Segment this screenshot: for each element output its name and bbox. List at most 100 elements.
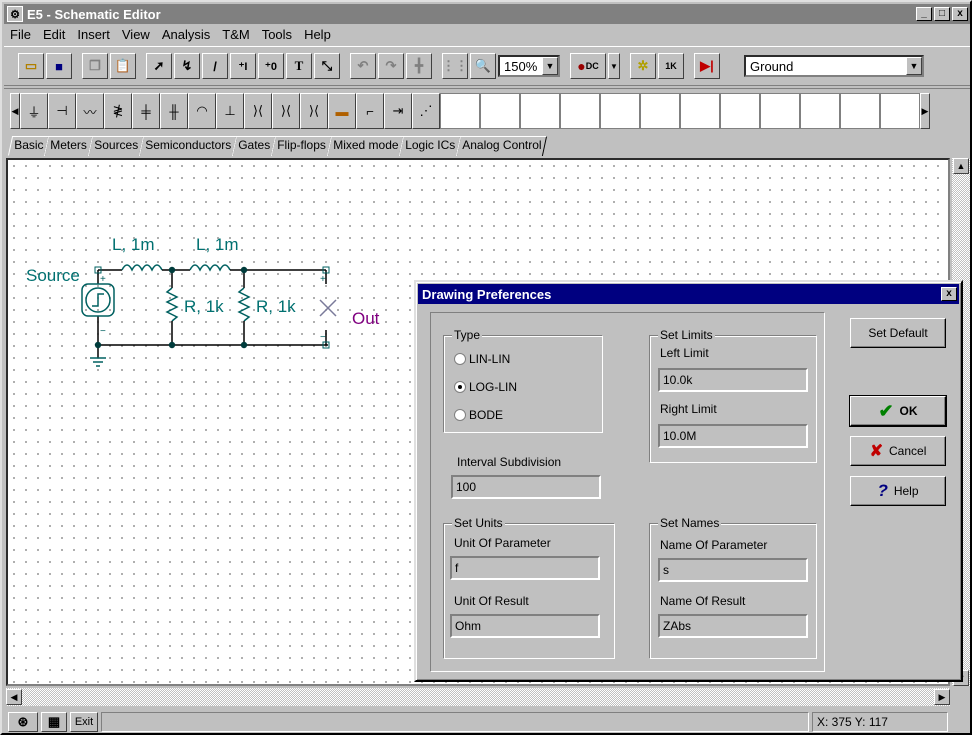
text-tool-1-icon[interactable]: ⁺I bbox=[230, 53, 256, 79]
chevron-down-icon[interactable]: ▼ bbox=[542, 57, 558, 75]
resistor-1-label[interactable]: R, 1k bbox=[184, 297, 224, 316]
empty-slot[interactable] bbox=[640, 93, 680, 129]
transformer-1-component-icon[interactable]: ⟩⟨ bbox=[244, 93, 272, 129]
right-limit-field[interactable]: 10.0M bbox=[658, 424, 808, 448]
relay-component-icon[interactable]: ⇥ bbox=[384, 93, 412, 129]
inductor-2-label[interactable]: L, 1m bbox=[196, 235, 239, 254]
tab-analog-control[interactable]: Analog Control bbox=[456, 136, 548, 156]
flip-icon[interactable]: ⤡ bbox=[314, 53, 340, 79]
menu-view[interactable]: View bbox=[116, 26, 156, 44]
probe-icon[interactable]: ✲ bbox=[630, 53, 656, 79]
battery-component-icon[interactable]: ⊣ bbox=[48, 93, 76, 129]
tab-flip-flops[interactable]: Flip-flops bbox=[270, 136, 332, 156]
name-result-field[interactable]: ZAbs bbox=[658, 614, 808, 638]
zoom-select[interactable]: 150% ▼ bbox=[498, 55, 560, 77]
horizontal-scrollbar[interactable]: ◀ ▶ bbox=[6, 688, 950, 706]
resistor-component-icon[interactable]: 〰 bbox=[76, 93, 104, 129]
fuse-component-icon[interactable]: ▬ bbox=[328, 93, 356, 129]
unit-result-field[interactable]: Ohm bbox=[450, 614, 600, 638]
tab-logic-ics[interactable]: Logic ICs bbox=[399, 136, 462, 156]
radio-log-lin[interactable]: LOG-LIN bbox=[454, 380, 517, 394]
potentiometer-component-icon[interactable]: ≹ bbox=[104, 93, 132, 129]
switch-component-icon[interactable]: ⌐ bbox=[356, 93, 384, 129]
tab-meters[interactable]: Meters bbox=[44, 136, 94, 156]
unit-parameter-field[interactable]: f bbox=[450, 556, 600, 580]
capacitor-component-icon[interactable]: ╪ bbox=[132, 93, 160, 129]
grid-icon[interactable]: ⋮⋮ bbox=[442, 53, 468, 79]
transformer-2-component-icon[interactable]: ⟩⟨ bbox=[272, 93, 300, 129]
ground-select[interactable]: Ground ▼ bbox=[744, 55, 924, 77]
double-switch-component-icon[interactable]: ⋰ bbox=[412, 93, 440, 129]
text-tool-2-icon[interactable]: ⁺0 bbox=[258, 53, 284, 79]
component-library-icon[interactable]: ⊛ bbox=[8, 711, 38, 732]
calculator-icon[interactable]: ▦ bbox=[41, 711, 67, 732]
variable-inductor-component-icon[interactable]: ⊥ bbox=[216, 93, 244, 129]
polar-capacitor-component-icon[interactable]: ╫ bbox=[160, 93, 188, 129]
ground-component-icon[interactable]: ⏚ bbox=[20, 93, 48, 129]
name-parameter-field[interactable]: s bbox=[658, 558, 808, 582]
empty-slot[interactable] bbox=[520, 93, 560, 129]
text-tool-icon[interactable]: T bbox=[286, 53, 312, 79]
scroll-left-icon[interactable]: ◀ bbox=[10, 93, 20, 129]
close-button[interactable]: x bbox=[952, 7, 968, 21]
select-arrow-icon[interactable]: ➚ bbox=[146, 53, 172, 79]
transformer-3-component-icon[interactable]: ⟩⟨ bbox=[300, 93, 328, 129]
app-icon[interactable]: ⚙ bbox=[7, 6, 23, 22]
chevron-down-icon[interactable]: ▼ bbox=[906, 57, 922, 75]
interval-subdivision-field[interactable]: 100 bbox=[451, 475, 601, 499]
menu-edit[interactable]: Edit bbox=[37, 26, 71, 44]
empty-slot[interactable] bbox=[600, 93, 640, 129]
radio-dot[interactable] bbox=[454, 381, 466, 393]
dc-dropdown-icon[interactable]: ▼ bbox=[608, 53, 620, 79]
menu-insert[interactable]: Insert bbox=[71, 26, 116, 44]
menu-help[interactable]: Help bbox=[298, 26, 337, 44]
pen-icon[interactable]: / bbox=[202, 53, 228, 79]
tab-gates[interactable]: Gates bbox=[231, 136, 277, 156]
inductor-1-label[interactable]: L, 1m bbox=[112, 235, 155, 254]
empty-slot[interactable] bbox=[480, 93, 520, 129]
scroll-right-icon[interactable]: ▶ bbox=[934, 689, 950, 705]
redo-icon[interactable]: ↷ bbox=[378, 53, 404, 79]
radio-lin-lin[interactable]: LIN-LIN bbox=[454, 352, 510, 366]
scroll-left-icon[interactable]: ◀ bbox=[6, 689, 22, 705]
scroll-up-icon[interactable]: ▲ bbox=[953, 158, 969, 174]
menu-tools[interactable]: Tools bbox=[256, 26, 298, 44]
scroll-right-icon[interactable]: ▶ bbox=[920, 93, 930, 129]
radio-dot[interactable] bbox=[454, 353, 466, 365]
empty-slot[interactable] bbox=[880, 93, 920, 129]
crosshair-icon[interactable]: ╋ bbox=[406, 53, 432, 79]
exit-button[interactable]: Exit bbox=[70, 711, 98, 732]
cancel-button[interactable]: ✘ Cancel bbox=[850, 436, 946, 466]
wire-tool-icon[interactable]: ↯ bbox=[174, 53, 200, 79]
dc-analysis-icon[interactable]: ● DC bbox=[570, 53, 606, 79]
open-folder-icon[interactable]: ▭ bbox=[18, 53, 44, 79]
title-bar[interactable]: ⚙ E5 - Schematic Editor _ □ x bbox=[4, 4, 970, 24]
diode-icon[interactable]: ▶| bbox=[694, 53, 720, 79]
output-label[interactable]: Out bbox=[352, 309, 380, 328]
resistor-probe-icon[interactable]: 1K bbox=[658, 53, 684, 79]
paste-icon[interactable]: 📋 bbox=[110, 53, 136, 79]
ok-button[interactable]: ✔ OK bbox=[849, 395, 947, 427]
maximize-button[interactable]: □ bbox=[934, 7, 950, 21]
menu-tm[interactable]: T&M bbox=[216, 26, 255, 44]
set-default-button[interactable]: Set Default bbox=[850, 318, 946, 348]
resistor-2-label[interactable]: R, 1k bbox=[256, 297, 296, 316]
copy-icon[interactable]: ❐ bbox=[82, 53, 108, 79]
empty-slot[interactable] bbox=[720, 93, 760, 129]
left-limit-field[interactable]: 10.0k bbox=[658, 368, 808, 392]
empty-slot[interactable] bbox=[800, 93, 840, 129]
inductor-component-icon[interactable]: ◠ bbox=[188, 93, 216, 129]
menu-file[interactable]: File bbox=[4, 26, 37, 44]
tab-mixed-mode[interactable]: Mixed mode bbox=[326, 136, 405, 156]
source-label[interactable]: Source bbox=[26, 266, 80, 285]
empty-slot[interactable] bbox=[560, 93, 600, 129]
radio-bode[interactable]: BODE bbox=[454, 408, 503, 422]
tab-basic[interactable]: Basic bbox=[7, 136, 50, 156]
tab-semiconductors[interactable]: Semiconductors bbox=[138, 136, 238, 156]
dialog-close-button[interactable]: x bbox=[941, 287, 957, 301]
help-button[interactable]: ? Help bbox=[850, 476, 946, 506]
dialog-title-bar[interactable]: Drawing Preferences x bbox=[418, 284, 959, 304]
empty-slot[interactable] bbox=[680, 93, 720, 129]
empty-slot[interactable] bbox=[840, 93, 880, 129]
save-disk-icon[interactable]: ■ bbox=[46, 53, 72, 79]
